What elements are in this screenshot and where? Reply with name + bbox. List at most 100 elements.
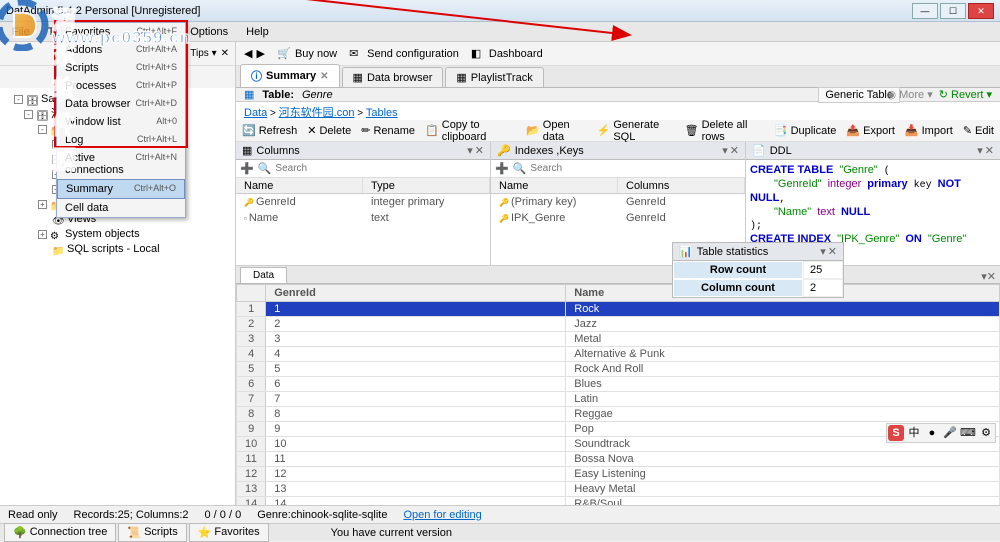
dropdown-item[interactable]: SummaryCtrl+Alt+O bbox=[57, 179, 185, 199]
toolbar-import[interactable]: 📥Import bbox=[905, 124, 953, 137]
buy-button[interactable]: Buy now bbox=[277, 47, 337, 61]
toolbar-copy-to-clipboard[interactable]: 📋Copy to clipboard bbox=[425, 119, 516, 143]
data-grid[interactable]: GenreIdName11Rock22Jazz33Metal44Alternat… bbox=[236, 284, 1000, 527]
content-area: ▦ Table: Genre Generic Table ◉ More ▾ ↻ … bbox=[236, 88, 1000, 519]
columns-icon: ▦ bbox=[242, 144, 252, 157]
table-row[interactable]: 11Rock bbox=[237, 302, 1000, 317]
add-icon[interactable]: ➕ bbox=[495, 162, 509, 175]
bottombar: 🌳Connection tree 📜Scripts ⭐Favorites You… bbox=[0, 523, 1000, 541]
data-tab[interactable]: Data bbox=[240, 267, 287, 283]
tree-close-icon[interactable]: ✕ bbox=[221, 48, 229, 59]
open-editing-link[interactable]: Open for editing bbox=[403, 509, 481, 521]
send-config-button[interactable]: Send configuration bbox=[349, 47, 459, 61]
tab-connection-tree[interactable]: 🌳Connection tree bbox=[4, 523, 116, 542]
ime-punct-icon[interactable]: ● bbox=[924, 425, 940, 441]
breadcrumb-tables[interactable]: Tables bbox=[366, 107, 398, 119]
script-icon: 📜 bbox=[127, 526, 141, 539]
minimize-button[interactable]: — bbox=[912, 3, 938, 19]
tree-node[interactable]: SQL scripts - Local bbox=[4, 242, 231, 257]
table-header: ▦ Table: Genre Generic Table ◉ More ▾ ↻ … bbox=[236, 88, 1000, 102]
tab-favorites[interactable]: ⭐Favorites bbox=[189, 523, 269, 542]
ime-keyboard-icon[interactable]: ⌨ bbox=[960, 425, 976, 441]
close-button[interactable]: ✕ bbox=[968, 3, 994, 19]
star-icon: ⭐ bbox=[198, 526, 212, 539]
breadcrumb-conn[interactable]: 河东软件园.con bbox=[279, 107, 355, 119]
version-msg: You have current version bbox=[331, 527, 452, 539]
indexes-search[interactable] bbox=[530, 163, 741, 174]
ime-s-icon[interactable]: S bbox=[888, 425, 904, 441]
nav-back-icon[interactable]: ◀ bbox=[244, 47, 252, 60]
table-name: Genre bbox=[302, 89, 333, 101]
table-icon: ▦ bbox=[456, 71, 466, 84]
close-icon[interactable]: ✕ bbox=[320, 71, 328, 82]
toolbar-rename[interactable]: ✏Rename bbox=[361, 124, 415, 137]
table-row[interactable]: 77Latin bbox=[237, 392, 1000, 407]
dashboard-icon bbox=[471, 47, 485, 61]
colcount-value: 2 bbox=[803, 279, 843, 297]
dashboard-button[interactable]: Dashboard bbox=[471, 47, 543, 61]
close-icon[interactable]: ✕ bbox=[475, 144, 484, 157]
columns-search[interactable] bbox=[275, 163, 486, 174]
dropdown-item[interactable]: ProcessesCtrl+Alt+P bbox=[57, 77, 185, 95]
dropdown-item[interactable]: AddonsCtrl+Alt+A bbox=[57, 41, 185, 59]
menu-options[interactable]: Options bbox=[182, 24, 236, 40]
table-row[interactable]: 88Reggae bbox=[237, 407, 1000, 422]
path-label: Genre:chinook-sqlite-sqlite bbox=[257, 509, 387, 521]
toolbar-edit[interactable]: ✎Edit bbox=[963, 124, 994, 137]
toolbar-delete[interactable]: ✕Delete bbox=[307, 124, 351, 137]
ime-settings-icon[interactable]: ⚙ bbox=[978, 425, 994, 441]
toolbar-duplicate[interactable]: 📑Duplicate bbox=[774, 124, 837, 137]
colcount-label: Column count bbox=[673, 279, 803, 297]
menu-file[interactable]: File bbox=[4, 24, 38, 40]
toolbar-export[interactable]: 📤Export bbox=[846, 124, 895, 137]
search-icon: 🔍 bbox=[258, 162, 272, 175]
breadcrumb-data[interactable]: Data bbox=[244, 107, 267, 119]
table-row[interactable]: 1111Bossa Nova bbox=[237, 452, 1000, 467]
toolbar-main: ◀ ▶ Buy now Send configuration Dashboard bbox=[236, 42, 1000, 66]
col-type-header[interactable]: Type bbox=[363, 178, 490, 193]
info-icon: ⓘ bbox=[251, 68, 262, 84]
ime-mic-icon[interactable]: 🎤 bbox=[942, 425, 958, 441]
revert-button[interactable]: ↻ Revert ▾ bbox=[939, 88, 992, 101]
maximize-button[interactable]: ☐ bbox=[940, 3, 966, 19]
table-row[interactable]: 33Metal bbox=[237, 332, 1000, 347]
tab-playlisttrack[interactable]: ▦PlaylistTrack bbox=[445, 67, 543, 87]
table-row[interactable]: 1313Heavy Metal bbox=[237, 482, 1000, 497]
toolbar-refresh[interactable]: 🔄Refresh bbox=[242, 124, 297, 137]
col-name-header[interactable]: Name bbox=[236, 178, 363, 193]
dropdown-item[interactable]: LogCtrl+Alt+L bbox=[57, 131, 185, 149]
toolbar-generate-sql[interactable]: ⚡Generate SQL bbox=[597, 119, 675, 143]
dropdown-item[interactable]: ScriptsCtrl+Alt+S bbox=[57, 59, 185, 77]
toolbar-open-data[interactable]: 📂Open data bbox=[526, 119, 587, 143]
dropdown-item[interactable]: Cell data bbox=[57, 199, 185, 217]
toolbar-delete-all-rows[interactable]: 🗑Delete all rows bbox=[685, 119, 764, 143]
ime-toolbar[interactable]: S 中 ● 🎤 ⌨ ⚙ bbox=[886, 423, 996, 443]
statusbar: Read only Records:25; Columns:2 0 / 0 / … bbox=[0, 505, 1000, 523]
data-section: Data▾✕ GenreIdName11Rock22Jazz33Metal44A… bbox=[236, 266, 1000, 527]
ime-cn-icon[interactable]: 中 bbox=[906, 425, 922, 441]
columns-title: Columns bbox=[256, 145, 299, 157]
coords-label: 0 / 0 / 0 bbox=[205, 509, 242, 521]
more-button[interactable]: ◉ More ▾ bbox=[886, 88, 932, 101]
dropdown-item[interactable]: Window listAlt+0 bbox=[57, 113, 185, 131]
dropdown-item[interactable]: Data browserCtrl+Alt+D bbox=[57, 95, 185, 113]
tree-icon: 🌳 bbox=[13, 526, 27, 539]
tab-databrowser[interactable]: ▦Data browser bbox=[342, 67, 444, 87]
dropdown-item[interactable]: FavoritesCtrl+Alt+F bbox=[57, 23, 185, 41]
columns-panel: ▦Columns▾✕ ➕🔍 NameType GenreIdinteger pr… bbox=[236, 142, 491, 265]
main-tabs: ⓘSummary✕ ▦Data browser ▦PlaylistTrack bbox=[236, 66, 1000, 88]
dropdown-item[interactable]: Active connectionsCtrl+Alt+N bbox=[57, 149, 185, 179]
table-row[interactable]: 55Rock And Roll bbox=[237, 362, 1000, 377]
table-row[interactable]: 44Alternative & Punk bbox=[237, 347, 1000, 362]
table-row[interactable]: 1212Easy Listening bbox=[237, 467, 1000, 482]
nav-fwd-icon[interactable]: ▶ bbox=[256, 47, 264, 60]
pin-icon[interactable]: ▾ bbox=[467, 144, 473, 157]
tree-node[interactable]: +System objects bbox=[4, 227, 231, 242]
table-row[interactable]: 66Blues bbox=[237, 377, 1000, 392]
tab-scripts[interactable]: 📜Scripts bbox=[118, 523, 186, 542]
tab-summary[interactable]: ⓘSummary✕ bbox=[240, 64, 340, 87]
menu-help[interactable]: Help bbox=[238, 24, 277, 40]
table-row[interactable]: 22Jazz bbox=[237, 317, 1000, 332]
breadcrumb: Data > 河东软件园.con > Tables bbox=[236, 102, 1000, 120]
add-icon[interactable]: ➕ bbox=[240, 162, 254, 175]
